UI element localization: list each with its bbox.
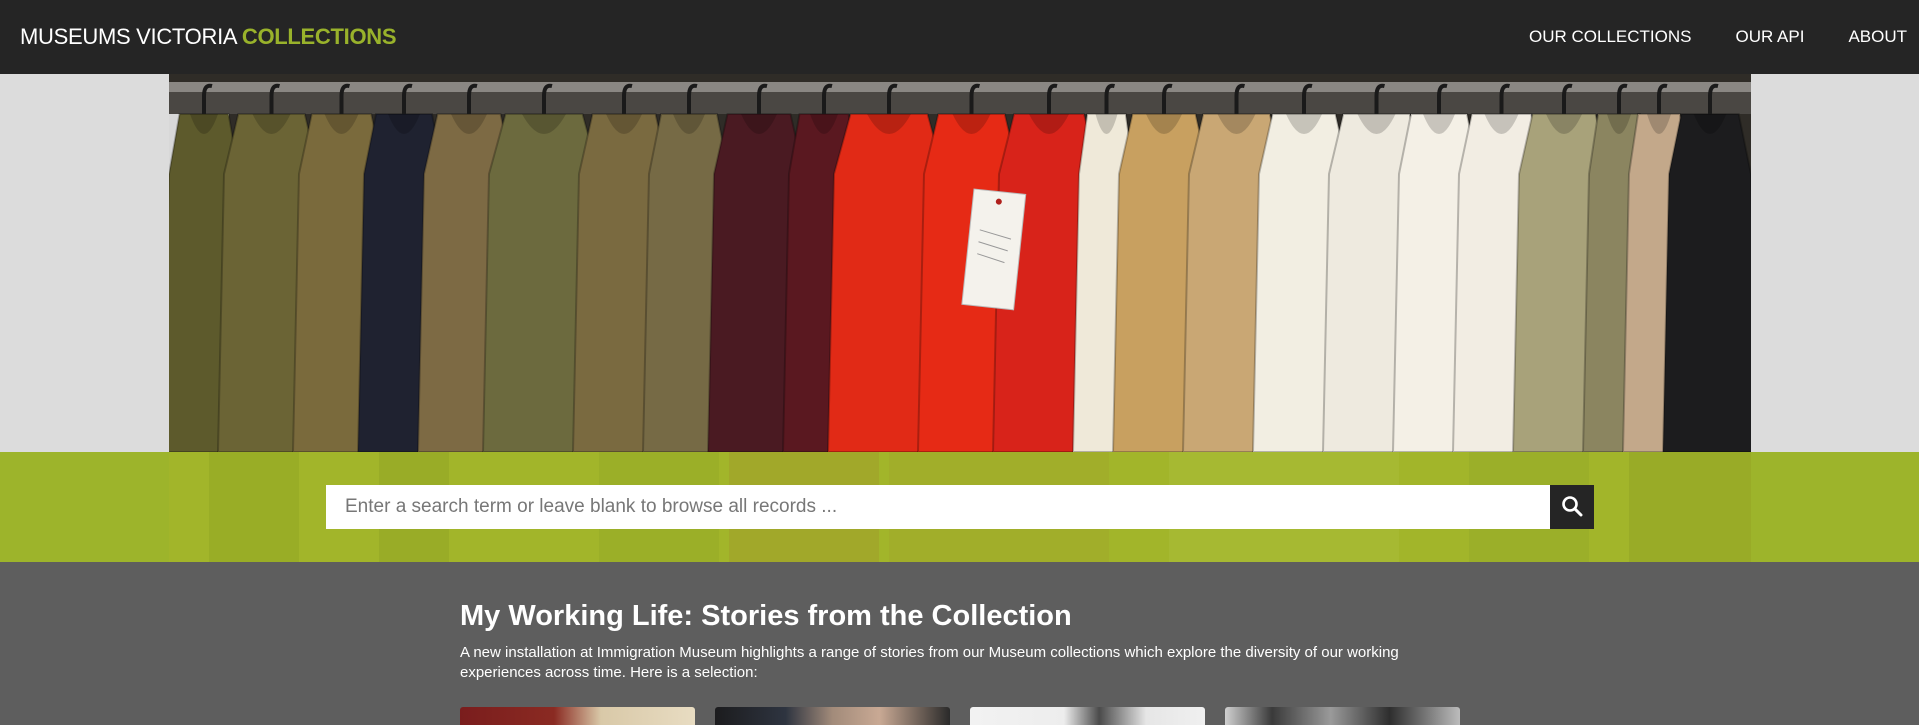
search-icon — [1561, 495, 1583, 520]
hero-image — [169, 74, 1751, 452]
nav-our-api[interactable]: OUR API — [1735, 27, 1804, 47]
search-button[interactable] — [1550, 485, 1594, 529]
site-header: MUSEUMS VICTORIA COLLECTIONS OUR COLLECT… — [0, 0, 1919, 74]
story-tile[interactable] — [1225, 707, 1460, 725]
story-tile[interactable] — [970, 707, 1205, 725]
story-tile[interactable] — [715, 707, 950, 725]
feature-description: A new installation at Immigration Museum… — [460, 644, 1399, 681]
brand-main: MUSEUMS VICTORIA — [20, 24, 237, 49]
brand-accent: COLLECTIONS — [241, 24, 397, 49]
nav-our-collections[interactable]: OUR COLLECTIONS — [1529, 27, 1691, 47]
search-input[interactable] — [326, 485, 1552, 529]
story-tile[interactable] — [460, 707, 695, 725]
site-logo[interactable]: MUSEUMS VICTORIA COLLECTIONS — [20, 24, 397, 50]
story-tiles — [460, 707, 1460, 725]
nav-about[interactable]: ABOUT — [1848, 27, 1907, 47]
main-nav: OUR COLLECTIONS OUR API ABOUT — [1485, 0, 1907, 74]
feature-title: My Working Life: Stories from the Collec… — [460, 600, 1072, 632]
